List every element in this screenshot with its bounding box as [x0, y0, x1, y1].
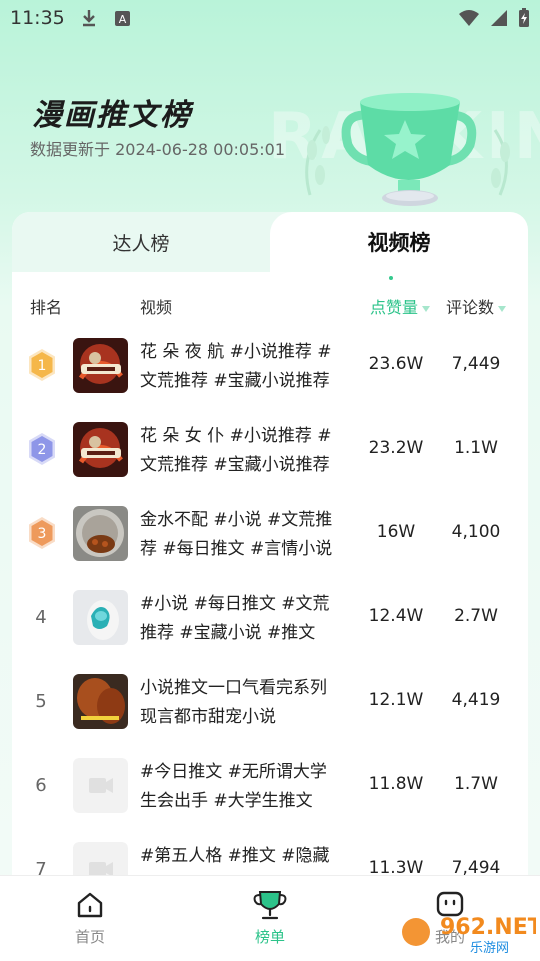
table-row[interactable]: 5 小说推文一口气看完系列现言都市甜宠小说 12.1W 4,419 [12, 660, 528, 744]
header-comments-sort[interactable]: 评论数 [446, 294, 507, 318]
rank-number: 6 [35, 774, 47, 796]
table-header: 排名 视频 点赞量 评论数 [12, 294, 528, 318]
comments-count: 1.1W [454, 438, 498, 458]
home-icon [77, 892, 103, 918]
rank-number: 5 [35, 690, 47, 712]
page-title: 漫画推文榜 [32, 98, 192, 133]
likes-count: 23.2W [368, 438, 424, 458]
video-title: #今日推文 #无所谓大学生会出手 #大学生推文 [140, 762, 327, 811]
rank-medal-icon: 1 [29, 349, 55, 381]
rank-number: 2 [38, 442, 47, 458]
header-likes-sort[interactable]: 点赞量 [370, 294, 431, 318]
video-title: 小说推文一口气看完系列现言都市甜宠小说 [140, 678, 327, 727]
video-title: #小说 #每日推文 #文荒推荐 #宝藏小说 #推文 [140, 594, 330, 643]
video-thumbnail[interactable] [73, 590, 128, 645]
comments-count: 1.7W [454, 774, 498, 794]
rank-number: 4 [35, 606, 47, 628]
header-likes-label: 点赞量 [370, 298, 419, 317]
video-thumbnail[interactable] [73, 758, 128, 813]
table-row[interactable]: 4 #小说 #每日推文 #文荒推荐 #宝藏小说 #推文 12.4W 2.7W [12, 576, 528, 660]
header-rank: 排名 [30, 298, 63, 317]
tab-video-ranking[interactable]: 视频榜 [270, 212, 528, 272]
watermark-main-text: 962.NET [440, 915, 536, 940]
video-title: 花 朵 夜 航 #小说推荐 #文荒推荐 #宝藏小说推荐 [140, 342, 332, 391]
comments-count: 4,419 [451, 690, 501, 710]
likes-count: 23.6W [368, 354, 424, 374]
trophy-icon [253, 891, 287, 920]
header-video: 视频 [140, 298, 173, 317]
trophy-illustration-icon [305, 93, 510, 206]
table-row[interactable]: 1 花 朵 夜 航 #小说推荐 #文荒推荐 #宝藏小说推荐 23.6W 7,449 [12, 324, 528, 408]
watermark-logo: 962.NET 乐游网 [402, 915, 536, 956]
tab-indicator [389, 276, 393, 280]
table-row[interactable]: 3 金水不配 #小说 #文荒推荐 #每日推文 #言情小说 16W 4,100 [12, 492, 528, 576]
wifi-icon [459, 10, 479, 26]
header-comments-label: 评论数 [446, 298, 495, 317]
likes-count: 16W [376, 522, 416, 542]
ranking-card: 达人榜 视频榜 排名 视频 点赞量 评论数 1 花 朵 夜 航 #小说推荐 #文荒… [12, 212, 528, 892]
nav-home[interactable]: 首页 [45, 876, 135, 961]
video-thumbnail[interactable] [73, 338, 128, 393]
video-thumbnail[interactable] [73, 506, 128, 561]
rank-number: 1 [38, 358, 47, 374]
nav-home-label: 首页 [74, 928, 105, 946]
rank-medal-icon: 3 [29, 517, 55, 549]
comments-count: 2.7W [454, 606, 498, 626]
tab-talent-ranking[interactable]: 达人榜 [12, 212, 270, 272]
font-app-icon: A [115, 11, 130, 26]
video-thumbnail[interactable] [73, 674, 128, 729]
sort-down-icon [422, 305, 431, 312]
likes-count: 12.4W [368, 606, 424, 626]
nav-ranking-label: 榜单 [254, 928, 285, 946]
comments-count: 4,100 [451, 522, 501, 542]
video-title: 金水不配 #小说 #文荒推荐 #每日推文 #言情小说 [140, 510, 333, 559]
update-time: 数据更新于 2024-06-28 00:05:01 [30, 140, 286, 159]
table-row[interactable]: 2 花 朵 女 仆 #小说推荐 #文荒推荐 #宝藏小说推荐 23.2W 1.1W [12, 408, 528, 492]
video-title: 花 朵 女 仆 #小说推荐 #文荒推荐 #宝藏小说推荐 [140, 426, 332, 475]
signal-icon [491, 10, 507, 26]
status-bar: 11:35 A [0, 0, 540, 36]
comments-count: 7,449 [451, 354, 501, 374]
svg-text:A: A [119, 13, 127, 26]
likes-count: 11.8W [368, 774, 424, 794]
nav-ranking[interactable]: 榜单 [225, 876, 315, 961]
rank-medal-icon: 2 [29, 433, 55, 465]
battery-icon [519, 8, 529, 27]
video-thumbnail[interactable] [73, 422, 128, 477]
table-row[interactable]: 6 #今日推文 #无所谓大学生会出手 #大学生推文 11.8W 1.7W [12, 744, 528, 828]
download-icon [83, 10, 95, 27]
sort-down-icon [498, 305, 507, 312]
rank-number: 3 [38, 526, 47, 542]
watermark-sub-text: 乐游网 [470, 941, 509, 956]
likes-count: 12.1W [368, 690, 424, 710]
status-time: 11:35 [10, 7, 65, 29]
